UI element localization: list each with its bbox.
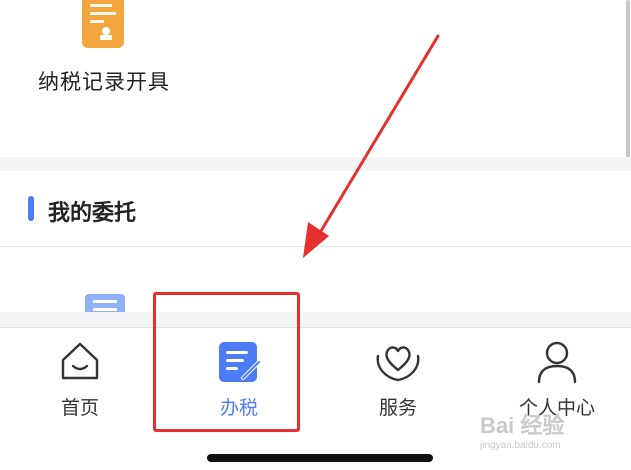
home-icon — [61, 342, 99, 380]
section-title-my-entrust: 我的委托 — [48, 201, 137, 226]
tab-home[interactable]: 首页 — [20, 338, 140, 419]
watermark-brand: Bai 经验 — [480, 413, 565, 438]
section-separator — [0, 312, 631, 328]
divider — [0, 246, 631, 247]
annotation-highlight-box — [153, 292, 300, 432]
person-icon — [537, 341, 577, 384]
home-indicator[interactable] — [207, 454, 433, 462]
section-separator — [0, 157, 631, 171]
scrollbar[interactable] — [626, 0, 630, 160]
tab-service-label: 服务 — [378, 397, 417, 419]
heart-hands-icon — [376, 346, 420, 382]
tab-personal[interactable]: 个人中心 — [497, 338, 617, 419]
section-accent-bar — [28, 196, 34, 221]
tab-home-label: 首页 — [60, 397, 99, 419]
baidu-watermark: Bai 经验 jingyan.baidu.com — [480, 408, 620, 458]
tax-record-label: 纳税记录开具 — [38, 70, 170, 94]
certificate-icon — [82, 0, 124, 48]
watermark-url: jingyan.baidu.com — [480, 440, 561, 451]
tab-service[interactable]: 服务 — [338, 338, 458, 419]
